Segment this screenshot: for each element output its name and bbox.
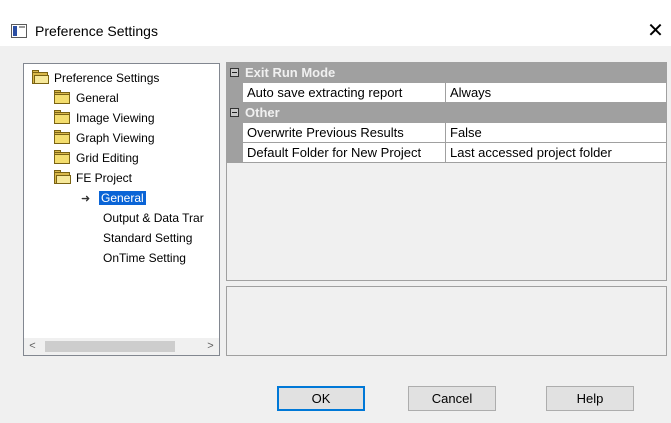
category-label: Other [245, 105, 280, 120]
property-grid[interactable]: Exit Run Mode Auto save extracting repor… [226, 62, 667, 281]
property-grid-body: Exit Run Mode Auto save extracting repor… [227, 63, 666, 280]
tree-item-label: Preference Settings [54, 71, 160, 85]
scroll-thumb[interactable] [45, 341, 175, 352]
tree-item-standard-setting[interactable]: Standard Setting [103, 229, 192, 247]
tree-item-general[interactable]: General [54, 89, 119, 107]
tree-item-label: FE Project [76, 171, 133, 185]
cancel-button[interactable]: Cancel [408, 386, 496, 411]
dialog-body: Preference Settings General Image Viewin… [0, 46, 671, 423]
close-icon[interactable]: ✕ [640, 14, 671, 48]
folder-open-icon [54, 170, 71, 184]
folder-icon [54, 110, 71, 124]
tree-item-label: Grid Editing [76, 151, 139, 165]
property-row[interactable]: Default Folder for New Project Last acce… [227, 143, 666, 163]
tree-item-label: Image Viewing [76, 111, 155, 125]
tree-item-label: Standard Setting [103, 231, 193, 245]
help-button[interactable]: Help [546, 386, 634, 411]
settings-tree[interactable]: Preference Settings General Image Viewin… [23, 63, 220, 356]
tree-item-label: Output & Data Trar [103, 211, 204, 225]
tree-item-label: General [76, 91, 119, 105]
tree-item-graph-viewing[interactable]: Graph Viewing [54, 129, 155, 147]
property-row[interactable]: Auto save extracting report Always [227, 83, 666, 103]
tree-item-label: Graph Viewing [76, 131, 155, 145]
category-exit-run-mode[interactable]: Exit Run Mode [227, 63, 666, 83]
property-value[interactable]: False [446, 123, 666, 143]
tree-item-output-data[interactable]: Output & Data Trar [103, 209, 204, 227]
resize-grip-icon[interactable] [659, 411, 669, 421]
horizontal-scrollbar[interactable]: < > [24, 338, 219, 355]
tree-item-fe-general[interactable]: ➜ General [81, 189, 146, 207]
ok-button[interactable]: OK [277, 386, 365, 411]
property-name: Overwrite Previous Results [243, 123, 446, 143]
property-value[interactable]: Always [446, 83, 666, 103]
folder-icon [54, 130, 71, 144]
collapse-icon[interactable] [230, 68, 239, 77]
window-title: Preference Settings [35, 23, 158, 39]
app-icon [11, 24, 27, 38]
category-other[interactable]: Other [227, 103, 666, 123]
folder-icon [54, 150, 71, 164]
tree-item-grid-editing[interactable]: Grid Editing [54, 149, 139, 167]
property-name: Default Folder for New Project [243, 143, 446, 163]
property-row[interactable]: Overwrite Previous Results False [227, 123, 666, 143]
tree-item-ontime-setting[interactable]: OnTime Setting [103, 249, 186, 267]
property-name: Auto save extracting report [243, 83, 446, 103]
tree-item-label: General [99, 191, 146, 205]
property-value[interactable]: Last accessed project folder [446, 143, 666, 163]
tree-item-fe-project[interactable]: FE Project [54, 169, 132, 187]
folder-open-icon [32, 70, 49, 84]
collapse-icon[interactable] [230, 108, 239, 117]
tree-item-preference-settings[interactable]: Preference Settings [32, 69, 159, 87]
folder-icon [54, 90, 71, 104]
arrow-right-icon: ➜ [81, 193, 91, 205]
tree-item-label: OnTime Setting [103, 251, 186, 265]
scroll-right-icon[interactable]: > [202, 338, 219, 355]
scroll-left-icon[interactable]: < [24, 338, 41, 355]
category-label: Exit Run Mode [245, 65, 336, 80]
description-panel [226, 286, 667, 356]
tree-item-image-viewing[interactable]: Image Viewing [54, 109, 155, 127]
